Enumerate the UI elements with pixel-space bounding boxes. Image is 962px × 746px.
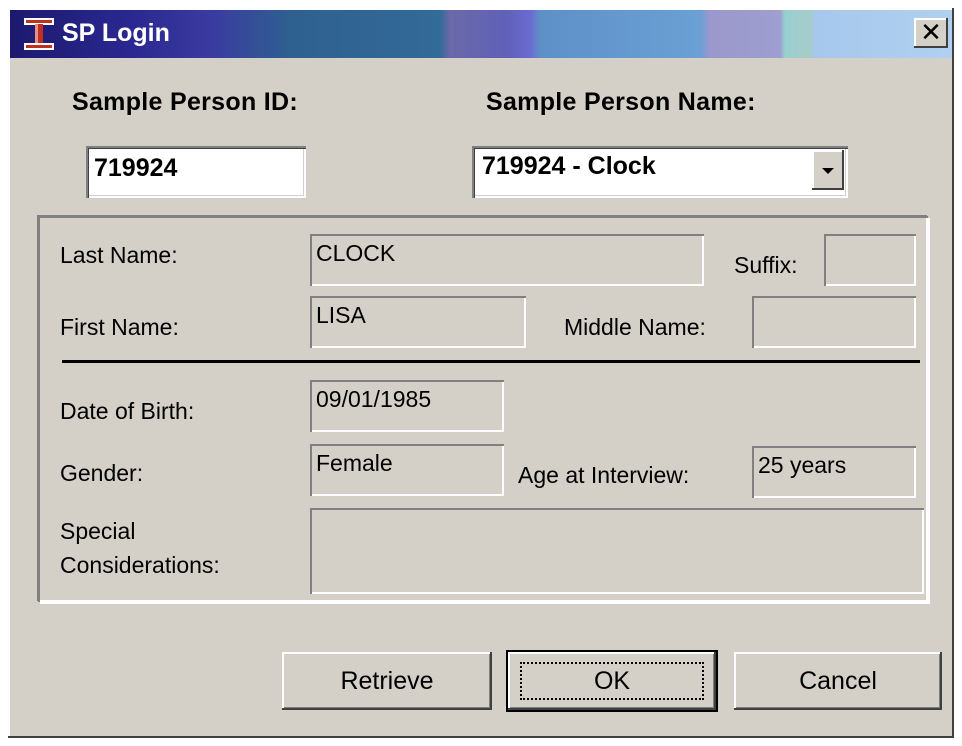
age-at-interview-field: 25 years — [752, 446, 916, 498]
rail-i-beam-icon — [24, 18, 54, 50]
section-divider — [62, 360, 920, 363]
focus-indicator — [520, 662, 704, 700]
sample-person-name-value: 719924 - Clock — [482, 152, 656, 180]
sample-person-name-label: Sample Person Name: — [486, 88, 756, 116]
close-button[interactable]: ✕ — [914, 18, 948, 48]
last-name-label: Last Name: — [60, 242, 178, 268]
special-considerations-label-line1: Special — [60, 518, 136, 544]
special-considerations-label-line2: Considerations: — [60, 552, 220, 578]
sample-person-name-dropdown[interactable]: 719924 - Clock — [472, 146, 848, 198]
middle-name-field — [752, 296, 916, 348]
suffix-label: Suffix: — [734, 252, 798, 278]
close-icon: ✕ — [920, 18, 942, 48]
middle-name-label: Middle Name: — [564, 314, 706, 340]
retrieve-button[interactable]: Retrieve — [282, 652, 492, 710]
sp-login-dialog: SP Login ✕ Sample Person ID: Sample Pers… — [8, 8, 954, 738]
special-considerations-field — [310, 508, 924, 594]
window-title: SP Login — [62, 19, 170, 47]
title-bar[interactable]: SP Login ✕ — [10, 10, 952, 58]
ok-button[interactable]: OK — [508, 652, 716, 710]
first-name-label: First Name: — [60, 314, 179, 340]
sample-person-id-input[interactable]: 719924 — [86, 146, 306, 198]
last-name-field: CLOCK — [310, 234, 704, 286]
age-at-interview-label: Age at Interview: — [518, 462, 690, 488]
suffix-field — [824, 234, 916, 286]
first-name-field: LISA — [310, 296, 526, 348]
cancel-button[interactable]: Cancel — [734, 652, 942, 710]
gender-label: Gender: — [60, 460, 144, 486]
sample-person-id-label: Sample Person ID: — [72, 88, 298, 116]
chevron-down-icon — [822, 168, 834, 174]
date-of-birth-label: Date of Birth: — [60, 398, 195, 424]
gender-field: Female — [310, 444, 504, 496]
date-of-birth-field: 09/01/1985 — [310, 380, 504, 432]
dropdown-button[interactable] — [812, 150, 844, 190]
